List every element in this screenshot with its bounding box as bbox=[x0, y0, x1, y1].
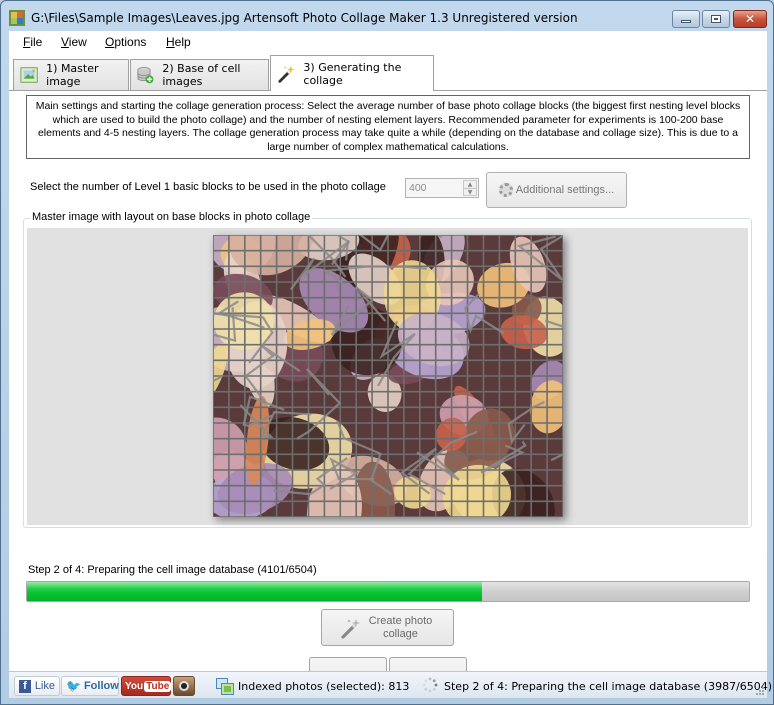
magic-wand-icon bbox=[278, 65, 295, 83]
tab-label: 1) Master image bbox=[46, 62, 99, 88]
progress-fill bbox=[27, 582, 483, 601]
close-button[interactable]: ✕ bbox=[733, 10, 767, 28]
resize-grip-icon[interactable] bbox=[755, 686, 765, 696]
gear-icon bbox=[498, 183, 513, 197]
tab-master-image[interactable]: 1) Master image bbox=[13, 59, 129, 90]
tab-label: 3) Generating the collage bbox=[303, 60, 402, 87]
blocks-count-stepper[interactable]: 400 ▲ ▼ bbox=[405, 178, 479, 198]
app-icon bbox=[9, 10, 25, 26]
database-add-icon bbox=[137, 67, 154, 84]
stepper-down-icon[interactable]: ▼ bbox=[464, 188, 476, 196]
minimize-icon bbox=[681, 20, 691, 23]
menu-label: ptions bbox=[114, 35, 147, 49]
tab-generating-collage[interactable]: 3) Generating the collage bbox=[270, 55, 434, 91]
facebook-icon: f bbox=[19, 679, 31, 693]
blocks-label: Select the number of Level 1 basic block… bbox=[30, 181, 386, 193]
menu-accel: H bbox=[166, 35, 175, 49]
youtube-icon-tube: Tube bbox=[144, 680, 172, 692]
create-label-line2: collage bbox=[383, 627, 418, 640]
tab-base-of-cell-images[interactable]: 2) Base of cell images bbox=[130, 59, 269, 90]
menu-label: elp bbox=[174, 35, 191, 49]
menu-accel: O bbox=[105, 35, 115, 49]
youtube-button[interactable]: You Tube bbox=[121, 676, 172, 696]
twitter-icon: 🐦 bbox=[66, 679, 81, 693]
twitter-follow-button[interactable]: 🐦 Follow bbox=[61, 676, 119, 696]
blocks-count-value[interactable]: 400 bbox=[409, 182, 427, 194]
collage-grid-image bbox=[213, 235, 563, 517]
menu-options[interactable]: Options bbox=[105, 35, 146, 49]
youtube-icon-you: You bbox=[125, 680, 144, 692]
minimize-button[interactable] bbox=[672, 10, 700, 28]
additional-settings-button[interactable]: Additional settings... bbox=[486, 172, 627, 208]
additional-settings-label: Additional settings... bbox=[515, 184, 615, 196]
client-area: File View Options Help 1) Master image 2… bbox=[9, 31, 772, 698]
create-collage-label: Create photo collage bbox=[366, 615, 436, 641]
facebook-label: Like bbox=[34, 680, 55, 692]
close-icon: ✕ bbox=[744, 12, 756, 26]
menu-label: ile bbox=[30, 35, 43, 49]
maximize-button[interactable] bbox=[702, 10, 730, 28]
progress-label: Step 2 of 4: Preparing the cell image da… bbox=[28, 564, 317, 576]
instagram-button[interactable] bbox=[173, 676, 195, 696]
menu-label: iew bbox=[68, 35, 87, 49]
description-box: Main settings and starting the collage g… bbox=[26, 95, 750, 159]
loading-spinner-icon bbox=[422, 677, 438, 693]
stepper-up-icon[interactable]: ▲ bbox=[464, 181, 476, 188]
photos-icon bbox=[216, 678, 234, 695]
twitter-label: Follow bbox=[83, 680, 119, 692]
status-bar: f Like 🐦 Follow You Tube Indexed photos (… bbox=[9, 671, 772, 698]
window-title: G:\Files\Sample Images\Leaves.jpg Artens… bbox=[31, 11, 578, 25]
menu-view[interactable]: View bbox=[61, 35, 87, 49]
preview-group-label: Master image with layout on base blocks … bbox=[30, 211, 313, 223]
picture-icon bbox=[20, 67, 38, 83]
master-image-preview bbox=[213, 235, 563, 517]
title-bar[interactable]: G:\Files\Sample Images\Leaves.jpg Artens… bbox=[1, 1, 773, 31]
menu-bar: File View Options Help bbox=[9, 31, 767, 53]
facebook-like-button[interactable]: f Like bbox=[14, 676, 60, 696]
generating-page: Main settings and starting the collage g… bbox=[9, 91, 767, 694]
tab-strip: 1) Master image 2) Base of cell images 3… bbox=[9, 53, 767, 93]
menu-help[interactable]: Help bbox=[166, 35, 191, 49]
tab-label: 2) Base of cell images bbox=[162, 62, 241, 88]
instagram-icon bbox=[179, 681, 189, 691]
app-window: G:\Files\Sample Images\Leaves.jpg Artens… bbox=[0, 0, 774, 705]
indexed-photos-count: Indexed photos (selected): 813 bbox=[238, 680, 410, 693]
menu-file[interactable]: File bbox=[23, 35, 42, 49]
progress-bar bbox=[26, 581, 750, 602]
stepper-buttons: ▲ ▼ bbox=[463, 180, 477, 196]
preview-panel bbox=[27, 228, 748, 525]
create-collage-button[interactable]: Create photo collage bbox=[321, 609, 454, 646]
preview-group: Master image with layout on base blocks … bbox=[23, 211, 752, 528]
create-label-line1: Create photo bbox=[368, 614, 433, 627]
maximize-icon bbox=[711, 15, 721, 23]
status-text: Step 2 of 4: Preparing the cell image da… bbox=[444, 680, 773, 693]
menu-accel: V bbox=[61, 35, 69, 49]
magic-wand-icon bbox=[340, 618, 360, 639]
